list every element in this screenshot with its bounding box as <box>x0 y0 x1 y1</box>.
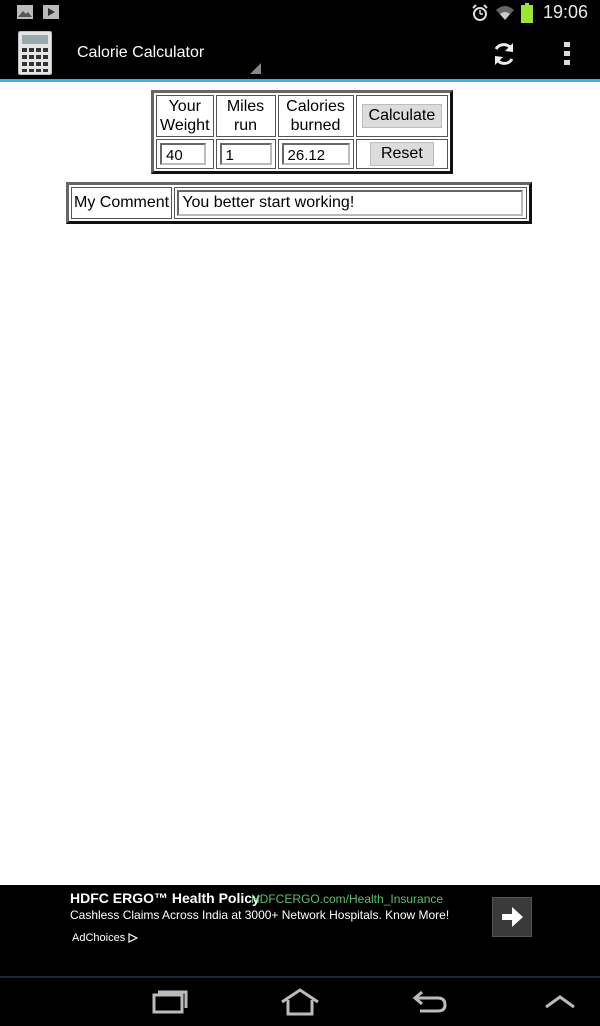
ad-banner[interactable]: HDFC ERGO™ Health Policy HDFCERGO.com/He… <box>0 885 600 976</box>
comment-output[interactable]: You better start working! <box>177 190 524 216</box>
adchoices-label: AdChoices <box>72 932 126 944</box>
status-bar: 19:06 <box>0 0 600 25</box>
calories-header: Calories burned <box>277 95 354 137</box>
back-icon[interactable] <box>412 988 448 1014</box>
calculator-table: Your Weight Miles run Calories burned Ca… <box>151 90 454 174</box>
navigation-bar <box>0 976 600 1026</box>
weight-header: Your Weight <box>156 95 214 137</box>
reset-button[interactable]: Reset <box>369 142 434 166</box>
refresh-icon[interactable] <box>490 40 518 68</box>
calories-output[interactable]: 26.12 <box>281 143 350 165</box>
wifi-icon <box>495 5 514 20</box>
miles-header-line1: Miles <box>226 98 265 115</box>
image-icon <box>17 5 33 19</box>
overflow-menu-icon[interactable] <box>560 41 574 67</box>
miles-input[interactable]: 1 <box>219 143 272 165</box>
header-row: Your Weight Miles run Calories burned Ca… <box>156 95 449 137</box>
weight-header-line1: Your <box>168 98 201 115</box>
system-icons: 19:06 <box>471 2 588 23</box>
spinner-indicator-icon <box>250 63 261 74</box>
weight-input[interactable]: 40 <box>160 143 206 165</box>
adchoices-link[interactable]: AdChoices <box>72 932 139 944</box>
notification-icons <box>16 3 60 21</box>
clock: 19:06 <box>542 2 588 22</box>
calculator-icon[interactable] <box>18 31 52 75</box>
app-title[interactable]: Calorie Calculator <box>77 44 204 62</box>
alarm-icon <box>472 3 488 21</box>
calories-header-line2: burned <box>290 117 341 134</box>
miles-cell: 1 <box>215 139 276 169</box>
comment-label: My Comment <box>71 187 173 219</box>
calculate-button[interactable]: Calculate <box>361 104 443 128</box>
chevron-up-icon[interactable] <box>544 994 576 1010</box>
miles-header: Miles run <box>215 95 276 137</box>
calories-cell: 26.12 <box>277 139 354 169</box>
weight-cell: 40 <box>156 139 214 169</box>
reset-cell: Reset <box>355 139 449 169</box>
calories-header-line1: Calories <box>286 98 345 115</box>
video-play-icon <box>43 5 59 19</box>
battery-icon <box>520 2 533 23</box>
weight-header-line2: Weight <box>160 117 210 134</box>
adchoices-icon <box>128 933 139 944</box>
ad-arrow-icon[interactable] <box>492 897 532 937</box>
ad-url[interactable]: HDFCERGO.com/Health_Insurance <box>251 892 443 906</box>
home-icon[interactable] <box>280 988 320 1016</box>
action-bar: Calorie Calculator <box>0 25 600 82</box>
comment-row: My Comment You better start working! <box>71 187 527 219</box>
ad-headline[interactable]: HDFC ERGO™ Health Policy <box>70 890 260 906</box>
values-row: 40 1 26.12 Reset <box>156 139 449 169</box>
ad-body: Cashless Claims Across India at 3000+ Ne… <box>70 908 450 922</box>
calculate-cell: Calculate <box>355 95 449 137</box>
recent-apps-icon[interactable] <box>152 988 188 1014</box>
comment-cell: You better start working! <box>174 187 527 219</box>
comment-table: My Comment You better start working! <box>66 182 532 224</box>
miles-header-line2: run <box>233 117 258 134</box>
